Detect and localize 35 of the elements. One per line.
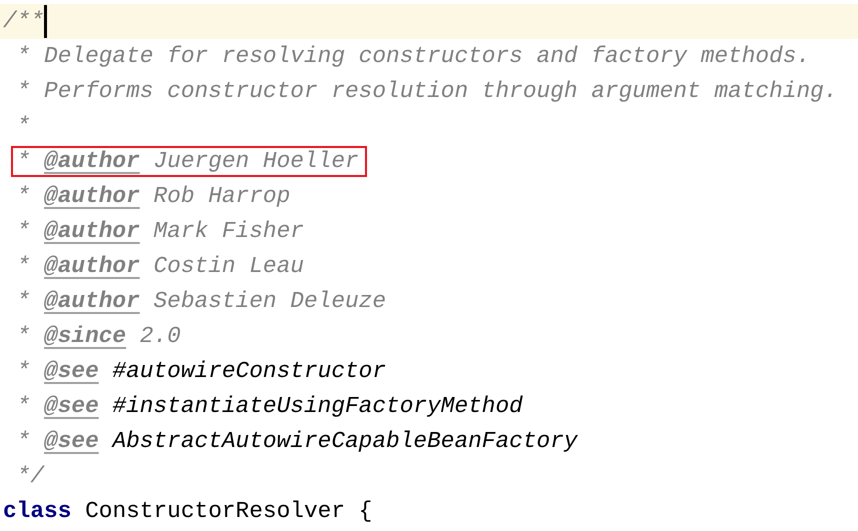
tag-value: Rob Harrop: [153, 182, 290, 211]
comment-prefix: *: [16, 322, 30, 351]
javadoc-tag: @author: [44, 144, 140, 179]
code-text: ConstructorResolver {: [85, 497, 372, 526]
tag-value: 2.0: [140, 322, 181, 351]
comment-text: * Performs constructor resolution through argument matching.: [16, 77, 838, 106]
javadoc-tag: @author: [44, 179, 140, 214]
comment-prefix: *: [16, 147, 30, 176]
reference-text: AbstractAutowireCapableBeanFactory: [112, 427, 578, 456]
comment-text: * Delegate for resolving constructors and factory methods.: [16, 42, 810, 71]
reference-text: #autowireConstructor: [112, 357, 386, 386]
javadoc-tag: @see: [44, 354, 99, 389]
javadoc-tag: @author: [44, 214, 140, 249]
comment-prefix: *: [16, 427, 30, 456]
javadoc-tag: @see: [44, 389, 99, 424]
code-keyword: class: [3, 497, 72, 526]
comment-prefix: *: [16, 252, 30, 281]
text-cursor: [44, 5, 48, 38]
comment-text: *: [16, 112, 30, 141]
reference-text: #instantiateUsingFactoryMethod: [112, 392, 523, 421]
tag-value: Costin Leau: [153, 252, 304, 281]
comment-prefix: *: [16, 217, 30, 246]
javadoc-tag: @author: [44, 249, 140, 284]
comment-prefix: *: [16, 182, 30, 211]
javadoc-tag: @since: [44, 319, 126, 354]
comment-prefix: *: [16, 357, 30, 386]
tag-value: Sebastien Deleuze: [153, 287, 386, 316]
javadoc-tag: @author: [44, 284, 140, 319]
javadoc-tag: @see: [44, 424, 99, 459]
tag-value: Mark Fisher: [153, 217, 304, 246]
comment-text: */: [16, 462, 44, 491]
tag-value: Juergen Hoeller: [153, 147, 359, 176]
comment-prefix: *: [16, 392, 30, 421]
comment-text: /**: [3, 7, 44, 36]
comment-prefix: *: [16, 287, 30, 316]
